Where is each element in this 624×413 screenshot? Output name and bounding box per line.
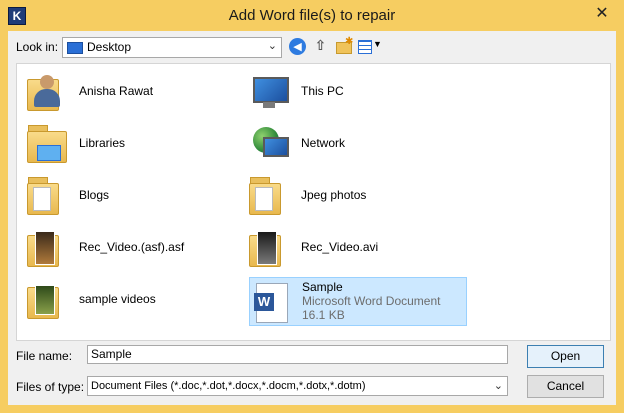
word-document-icon: W [254,283,294,323]
list-item[interactable]: Network [249,122,463,166]
look-in-dropdown[interactable]: Desktop ⌄ [62,37,282,58]
folder-icon [249,177,289,215]
user-folder-icon [27,73,67,111]
up-folder-icon[interactable]: ⇧ [312,38,329,55]
list-item[interactable]: Libraries [27,122,241,166]
look-in-value: Desktop [87,40,132,54]
file-name: Rec_Video.avi [301,240,379,254]
file-name: Sample [302,280,343,294]
list-item[interactable]: Jpeg photos [249,174,463,218]
new-folder-icon[interactable]: ✱ [335,36,353,55]
dialog-window: K Add Word file(s) to repair ✕ Look in: … [0,0,624,413]
view-menu-icon[interactable]: ▼ [358,38,382,55]
open-button[interactable]: Open [527,345,604,368]
list-item[interactable]: Rec_Video.(asf).asf [27,226,241,270]
file-list[interactable]: Anisha Rawat Libraries Blogs Rec_Video.(… [16,63,611,341]
list-item[interactable]: This PC [249,70,463,114]
folder-icon [27,177,67,215]
file-name-label: File name: [16,349,73,363]
file-name: Anisha Rawat [79,84,154,98]
libraries-icon [27,125,67,163]
close-button[interactable]: ✕ [590,3,614,25]
look-in-label: Look in: [16,40,59,54]
chevron-down-icon: ⌄ [493,380,503,392]
file-name: Blogs [79,188,110,202]
files-of-type-value: Document Files (*.doc,*.dot,*.docx,*.doc… [91,380,366,392]
files-of-type-dropdown[interactable]: Document Files (*.doc,*.dot,*.docx,*.doc… [87,376,508,396]
list-item[interactable]: Anisha Rawat [27,70,241,114]
list-item[interactable]: sample videos [27,278,241,322]
file-name: Rec_Video.(asf).asf [79,240,185,254]
file-name: This PC [301,84,344,98]
list-item-selected[interactable]: W Sample Microsoft Word Document 16.1 KB [249,277,467,326]
file-name: Jpeg photos [301,188,367,202]
list-item[interactable]: Rec_Video.avi [249,226,463,270]
file-name: Libraries [79,136,126,150]
network-icon [249,125,289,163]
chevron-down-icon: ⌄ [267,40,277,52]
list-item[interactable]: Blogs [27,174,241,218]
computer-icon [249,73,289,111]
video-file-icon [249,229,289,267]
cancel-button[interactable]: Cancel [527,375,604,398]
file-size: 16.1 KB [302,308,345,322]
file-name: Network [301,136,346,150]
dialog-title: Add Word file(s) to repair [228,7,396,24]
title-bar[interactable]: K Add Word file(s) to repair ✕ [0,0,624,31]
file-name: sample videos [79,292,156,306]
files-of-type-label: Files of type: [16,380,85,394]
folder-icon [27,281,67,319]
dialog-body: Look in: Desktop ⌄ ◀ ⇧ ✱ ▼ Anisha Rawat [8,31,616,405]
desktop-icon [67,42,83,54]
file-name-input[interactable] [87,345,508,364]
file-type: Microsoft Word Document [302,294,441,308]
back-icon[interactable]: ◀ [289,38,306,55]
video-file-icon [27,229,67,267]
